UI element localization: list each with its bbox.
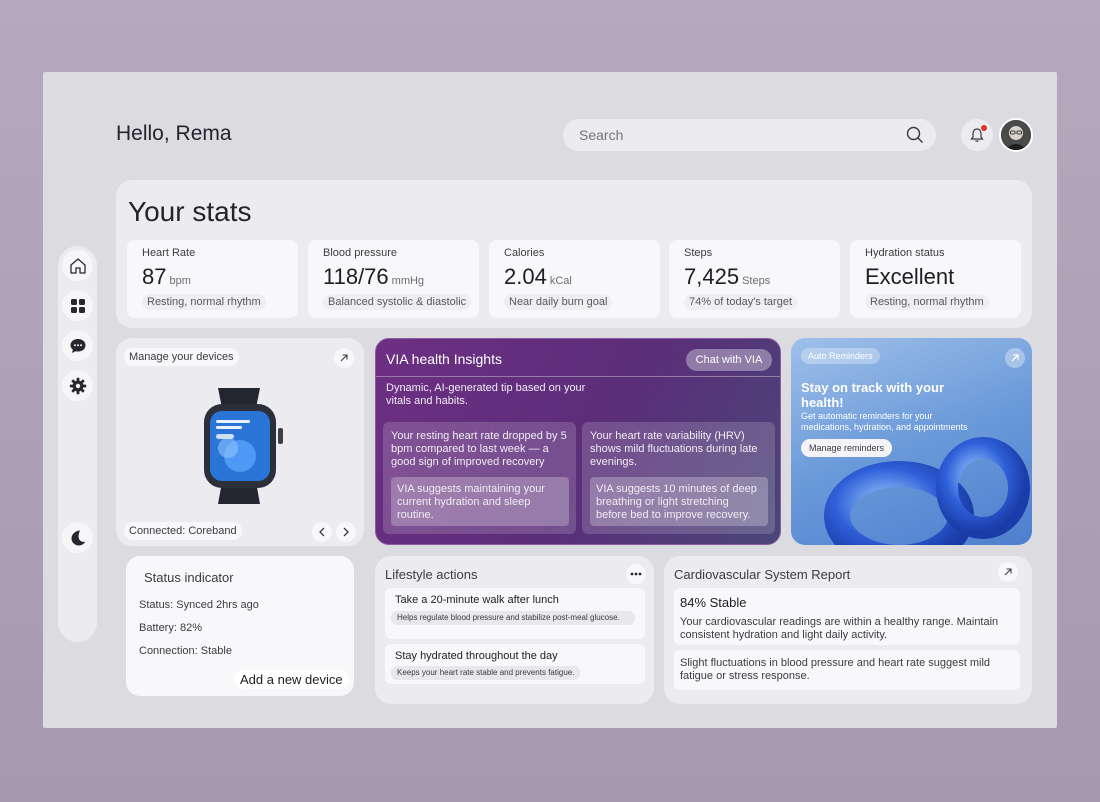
- profile-photo: [1001, 120, 1031, 150]
- chat-icon: [70, 338, 85, 353]
- lifestyle-benefit: Helps regulate blood pressure and stabil…: [391, 611, 635, 625]
- previous-device-button[interactable]: [312, 522, 332, 542]
- nav-messages[interactable]: [62, 330, 93, 361]
- chat-with-via-button[interactable]: Chat with VIA: [686, 349, 772, 371]
- open-cardio-button[interactable]: [998, 562, 1018, 582]
- status-indicator-card: Status indicator Status: Synced 2hrs ago…: [126, 556, 354, 696]
- stat-note: Resting, normal rhythm: [142, 294, 266, 310]
- stat-label: Blood pressure: [323, 247, 397, 259]
- insight-suggestion: VIA suggests maintaining your current hy…: [391, 477, 569, 526]
- reminders-body: Get automatic reminders for your medicat…: [801, 411, 968, 432]
- via-insights-panel: VIA health Insights Chat with VIA Dynami…: [375, 338, 781, 545]
- add-device-button[interactable]: Add a new device: [234, 670, 349, 689]
- open-devices-button[interactable]: [334, 348, 354, 368]
- dark-mode-toggle[interactable]: [62, 522, 93, 553]
- cardio-summary: Your cardiovascular readings are within …: [680, 616, 999, 641]
- lifestyle-panel: Lifestyle actions Take a 20-minute walk …: [375, 556, 654, 704]
- status-connection: Connection: Stable: [139, 645, 232, 657]
- status-sync: Status: Synced 2hrs ago: [139, 599, 259, 611]
- stat-value: 118/76 mmHg: [323, 264, 425, 289]
- chevron-left-icon: [319, 527, 325, 537]
- stat-card-calories[interactable]: Calories 2.04 kCal Near daily burn goal: [489, 240, 660, 318]
- lifestyle-more-button[interactable]: [626, 564, 646, 584]
- lifestyle-item[interactable]: Stay hydrated throughout the day Keeps y…: [385, 644, 645, 684]
- arrow-up-right-icon: [1011, 354, 1019, 362]
- lifestyle-title: Lifestyle actions: [385, 567, 478, 582]
- stat-value: 87 bpm: [142, 264, 191, 289]
- stat-note: Near daily burn goal: [504, 294, 613, 310]
- avatar[interactable]: [999, 118, 1033, 152]
- lifestyle-action: Stay hydrated throughout the day: [395, 650, 558, 662]
- home-icon: [69, 257, 86, 274]
- stats-title: Your stats: [128, 196, 252, 227]
- arrow-up-right-icon: [340, 354, 348, 362]
- stats-panel: Your stats Heart Rate 87 bpm Resting, nor…: [116, 180, 1032, 328]
- nav-dashboard[interactable]: [62, 290, 93, 321]
- nav-settings[interactable]: [62, 370, 93, 401]
- status-title: Status indicator: [144, 570, 234, 585]
- stat-card-blood-pressure[interactable]: Blood pressure 118/76 mmHg Balanced systo…: [308, 240, 479, 318]
- stat-card-heart-rate[interactable]: Heart Rate 87 bpm Resting, normal rhythm: [127, 240, 298, 318]
- greeting-title: Hello, Rema: [116, 122, 232, 145]
- search-icon[interactable]: [906, 126, 924, 144]
- stat-label: Hydration status: [865, 247, 945, 259]
- smartwatch-image: [204, 388, 283, 504]
- insight-text: Your heart rate variability (HRV) shows …: [590, 430, 758, 468]
- stat-card-hydration[interactable]: Hydration status Excellent Resting, norm…: [850, 240, 1021, 318]
- stat-label: Calories: [504, 247, 545, 259]
- more-icon: [630, 572, 642, 576]
- insight-card[interactable]: Your heart rate variability (HRV) shows …: [582, 422, 775, 534]
- lifestyle-action: Take a 20-minute walk after lunch: [395, 594, 559, 606]
- cardio-note-box: Slight fluctuations in blood pressure an…: [674, 650, 1020, 690]
- gear-icon: [69, 377, 86, 394]
- cardio-report-panel: Cardiovascular System Report 84% Stable …: [664, 556, 1032, 704]
- notification-button[interactable]: [961, 119, 993, 151]
- status-battery: Battery: 82%: [139, 622, 202, 634]
- open-reminders-button[interactable]: [1005, 348, 1025, 368]
- moon-icon: [71, 530, 85, 545]
- devices-title: Manage your devices: [124, 348, 239, 366]
- app-window: Hello, Rema Search Your stats Heart Rate…: [43, 72, 1057, 728]
- reminders-heading: Stay on track with your health!: [801, 380, 945, 410]
- stat-label: Heart Rate: [142, 247, 196, 259]
- manage-reminders-button[interactable]: Manage reminders: [801, 439, 893, 457]
- via-description: Dynamic, AI-generated tip based on your …: [386, 382, 586, 407]
- cardio-note: Slight fluctuations in blood pressure an…: [680, 657, 991, 682]
- cardio-title: Cardiovascular System Report: [674, 567, 851, 582]
- insight-card[interactable]: Your resting heart rate dropped by 5 bpm…: [383, 422, 576, 534]
- sidebar: [58, 246, 97, 642]
- grid-icon: [70, 298, 85, 313]
- stat-value: 7,425 Steps: [684, 264, 771, 289]
- insight-text: Your resting heart rate dropped by 5 bpm…: [391, 430, 567, 468]
- search-input[interactable]: [579, 127, 879, 143]
- stat-label: Steps: [684, 247, 713, 259]
- cardio-summary-box: 84% Stable Your cardiovascular readings …: [674, 588, 1020, 645]
- divider: [376, 376, 780, 377]
- auto-reminders-badge: Auto Reminders: [801, 348, 880, 364]
- chevron-right-icon: [343, 527, 349, 537]
- connected-device-label: Connected: Coreband: [124, 522, 242, 540]
- search-bar[interactable]: [563, 119, 936, 151]
- cardio-stable-value: 84% Stable: [680, 595, 747, 610]
- next-device-button[interactable]: [336, 522, 356, 542]
- insight-suggestion: VIA suggests 10 minutes of deep breathin…: [590, 477, 768, 526]
- notification-dot: [981, 125, 987, 131]
- stat-value: 2.04 kCal: [504, 264, 572, 289]
- via-title: VIA health Insights: [386, 351, 502, 367]
- stat-card-steps[interactable]: Steps 7,425 Steps 74% of today's target: [669, 240, 840, 318]
- arrow-up-right-icon: [1004, 568, 1012, 576]
- nav-home[interactable]: [62, 250, 93, 281]
- reminders-card: Auto Reminders Stay on track with your h…: [791, 338, 1032, 545]
- stat-note: 74% of today's target: [684, 294, 797, 310]
- lifestyle-item[interactable]: Take a 20-minute walk after lunch Helps …: [385, 588, 645, 639]
- devices-panel: Manage your devices Connected: Coreband: [116, 338, 364, 546]
- stat-note: Balanced systolic & diastolic: [323, 294, 472, 310]
- lifestyle-benefit: Keeps your heart rate stable and prevent…: [391, 666, 581, 680]
- stat-note: Resting, normal rhythm: [865, 294, 989, 310]
- stat-value: Excellent: [865, 264, 955, 289]
